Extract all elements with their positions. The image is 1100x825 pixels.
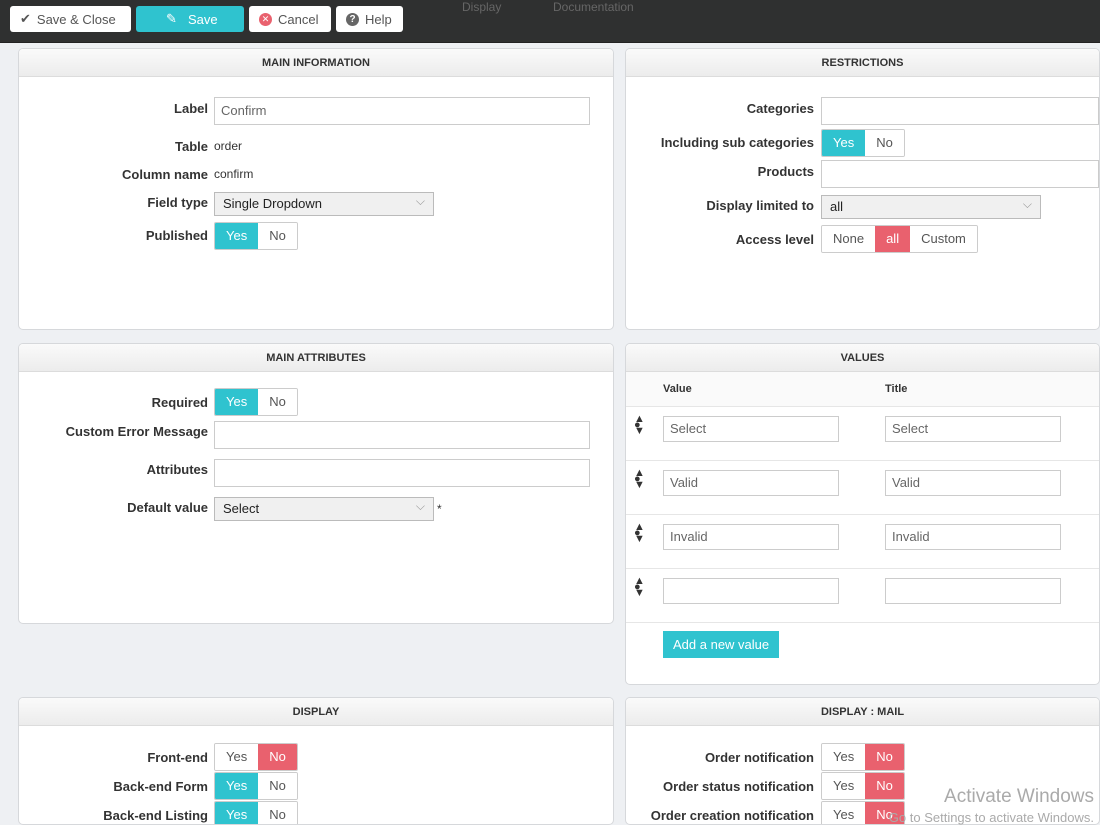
title-input[interactable]: Select xyxy=(885,416,1061,442)
backend-listing-toggle[interactable]: Yes No xyxy=(214,801,298,824)
all-option[interactable]: all xyxy=(875,226,911,252)
panel-title: MAIN ATTRIBUTES xyxy=(19,344,613,372)
table-label: Table xyxy=(175,139,208,154)
required-toggle[interactable]: Yes No xyxy=(214,388,298,416)
backend-form-label: Back-end Form xyxy=(113,779,208,794)
help-button[interactable]: ? Help xyxy=(336,6,403,32)
panel-title: DISPLAY : MAIL xyxy=(626,698,1099,726)
custom-error-label: Custom Error Message xyxy=(65,424,208,439)
none-option[interactable]: None xyxy=(822,226,876,252)
field-type-select[interactable]: Single Dropdown xyxy=(214,190,434,216)
title-column-header: Title xyxy=(885,383,908,395)
drag-handle-icon[interactable]: ▲ ● ▼ xyxy=(634,468,645,491)
default-value-label: Default value xyxy=(127,500,208,515)
yes-option[interactable]: Yes xyxy=(215,802,259,824)
categories-input[interactable] xyxy=(821,97,1099,125)
no-option[interactable]: No xyxy=(865,130,904,156)
panel-title: DISPLAY xyxy=(19,698,613,726)
no-option[interactable]: No xyxy=(258,389,297,415)
title-input[interactable]: Valid xyxy=(885,470,1061,496)
drag-handle-icon[interactable]: ▲ ● ▼ xyxy=(634,522,645,545)
table-value: order xyxy=(214,139,243,153)
edit-icon: ✎ xyxy=(166,11,177,26)
label-input[interactable]: Confirm xyxy=(214,97,590,125)
yes-option[interactable]: Yes xyxy=(822,130,866,156)
activate-windows-watermark: Activate Windows xyxy=(944,786,1094,807)
yes-option[interactable]: Yes xyxy=(215,744,259,770)
cancel-icon: ✕ xyxy=(259,12,272,26)
no-option[interactable]: No xyxy=(258,744,297,770)
default-value-select[interactable]: Select xyxy=(214,495,434,521)
save-close-button[interactable]: ✔ Save & Close xyxy=(10,6,131,32)
top-toolbar: Display Documentation ✔ Save & Close ✎ Sav… xyxy=(0,0,1100,43)
front-end-label: Front-end xyxy=(147,750,208,765)
column-name-label: Column name xyxy=(122,167,208,182)
title-input[interactable] xyxy=(885,578,1061,604)
panel-title: VALUES xyxy=(626,344,1099,372)
value-input[interactable]: Valid xyxy=(663,470,839,496)
activate-windows-subtext: Go to Settings to activate Windows. xyxy=(888,810,1094,825)
yes-option[interactable]: Yes xyxy=(215,389,259,415)
display-limited-select[interactable]: all xyxy=(821,193,1041,219)
published-label: Published xyxy=(145,228,208,243)
column-name-value: confirm xyxy=(214,167,254,181)
help-icon: ? xyxy=(346,12,359,26)
label-label: Label xyxy=(174,101,208,116)
attributes-label: Attributes xyxy=(146,462,208,477)
main-information-panel: MAIN INFORMATION Label Confirm Table ord… xyxy=(18,48,614,330)
value-input[interactable]: Select xyxy=(663,416,839,442)
categories-label: Categories xyxy=(746,101,814,116)
custom-error-input[interactable] xyxy=(214,421,590,449)
no-option[interactable]: No xyxy=(865,744,904,770)
required-asterisk: * xyxy=(437,502,442,516)
drag-handle-icon[interactable]: ▲ ● ▼ xyxy=(634,414,645,437)
display-limited-label: Display limited to xyxy=(706,198,814,213)
value-input[interactable]: Invalid xyxy=(663,524,839,550)
field-type-label: Field type xyxy=(147,195,208,210)
access-level-label: Access level xyxy=(735,232,814,247)
front-end-toggle[interactable]: Yes No xyxy=(214,743,298,771)
subcategories-label: Including sub categories xyxy=(660,135,814,150)
attributes-input[interactable] xyxy=(214,459,590,487)
order-notification-toggle[interactable]: Yes No xyxy=(821,743,905,771)
no-option[interactable]: No xyxy=(865,773,904,799)
nav-documentation[interactable]: Documentation xyxy=(553,0,634,14)
subcategories-toggle[interactable]: Yes No xyxy=(821,129,905,157)
panel-title: RESTRICTIONS xyxy=(626,49,1099,77)
order-status-notification-label: Order status notification xyxy=(663,779,814,794)
display-panel: DISPLAY Front-end Yes No Back-end Form Ye… xyxy=(18,697,614,825)
panel-title: MAIN INFORMATION xyxy=(19,49,613,77)
yes-option[interactable]: Yes xyxy=(215,223,259,249)
yes-option[interactable]: Yes xyxy=(822,773,866,799)
restrictions-panel: RESTRICTIONS Categories Including sub ca… xyxy=(625,48,1100,330)
check-icon: ✔ xyxy=(20,11,31,26)
order-creation-notification-label: Order creation notification xyxy=(650,808,814,823)
yes-option[interactable]: Yes xyxy=(215,773,259,799)
products-label: Products xyxy=(757,164,814,179)
cancel-button[interactable]: ✕ Cancel xyxy=(249,6,331,32)
products-input[interactable] xyxy=(821,160,1099,188)
access-level-toggle[interactable]: None all Custom xyxy=(821,225,978,253)
order-status-notification-toggle[interactable]: Yes No xyxy=(821,772,905,800)
save-button[interactable]: ✎ Save xyxy=(136,6,244,32)
values-panel: VALUES Value Title ▲ ● ▼ Select Select ▲ ● ▼… xyxy=(625,343,1100,685)
value-input[interactable] xyxy=(663,578,839,604)
published-toggle[interactable]: Yes No xyxy=(214,222,298,250)
no-option[interactable]: No xyxy=(258,802,297,824)
yes-option[interactable]: Yes xyxy=(822,744,866,770)
backend-form-toggle[interactable]: Yes No xyxy=(214,772,298,800)
nav-display[interactable]: Display xyxy=(462,0,501,14)
add-value-button[interactable]: Add a new value xyxy=(663,631,780,658)
order-notification-label: Order notification xyxy=(704,750,814,765)
no-option[interactable]: No xyxy=(258,773,297,799)
no-option[interactable]: No xyxy=(258,223,297,249)
custom-option[interactable]: Custom xyxy=(910,226,977,252)
required-label: Required xyxy=(151,395,208,410)
backend-listing-label: Back-end Listing xyxy=(103,808,208,823)
title-input[interactable]: Invalid xyxy=(885,524,1061,550)
main-attributes-panel: MAIN ATTRIBUTES Required Yes No Custom Er… xyxy=(18,343,614,624)
drag-handle-icon[interactable]: ▲ ● ▼ xyxy=(634,576,645,599)
yes-option[interactable]: Yes xyxy=(822,802,866,824)
value-column-header: Value xyxy=(663,383,692,395)
